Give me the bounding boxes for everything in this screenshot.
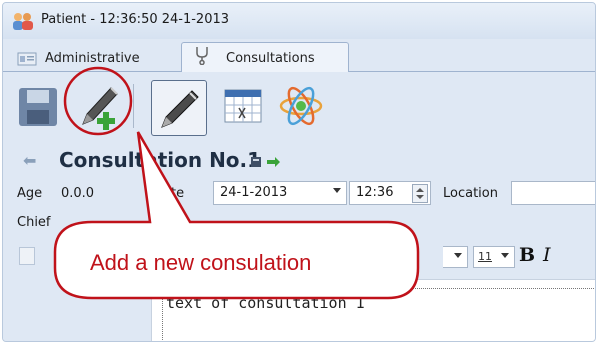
tab-administrative[interactable]: Administrative [3,47,181,70]
margin-guide [162,288,595,289]
date-value: 24-1-2013 [220,185,288,200]
stethoscope-icon [196,47,208,65]
spinner-icon[interactable] [412,184,428,203]
chevron-down-icon[interactable] [333,188,341,193]
font-size-value: 11 [478,250,492,263]
window-title: Patient - 12:36:50 24-1-2013 [41,12,230,27]
consultation-title: Consultation No.1 [59,148,262,172]
age-value: 0.0.0 [61,186,95,201]
patient-window: Patient - 12:36:50 24-1-2013 Administrat… [2,2,596,342]
edit-consultation-button[interactable] [151,80,207,136]
age-label: Age [17,186,43,201]
copy-icon[interactable] [19,247,35,265]
tab-consultations-label: Consultations [226,51,315,66]
chevron-down-icon [454,253,462,258]
font-family-dropdown[interactable] [443,246,468,268]
tab-consultations[interactable]: Consultations [181,42,349,73]
chevron-down-icon [501,253,509,258]
atom-icon [279,86,323,126]
toolbar-separator [133,84,134,128]
time-value: 12:36 [356,185,394,200]
chief-complaint-row: Chief [3,213,595,235]
pen-icon [161,90,199,128]
back-arrow-icon[interactable]: ⬅ [23,151,36,170]
calendar-button[interactable] [217,80,269,132]
floppy-disk-icon [19,88,57,126]
calendar-grid-icon [224,89,262,123]
italic-button[interactable]: I [543,244,551,266]
tab-administrative-label: Administrative [45,51,140,66]
chief-label: Chief [17,215,51,230]
margin-guide-vertical [162,288,163,341]
font-size-dropdown[interactable]: 11 [473,246,515,268]
consultation-editor[interactable]: text of consultation 1 [151,279,595,341]
new-consultation-button[interactable] [71,80,123,132]
title-bar: Patient - 12:36:50 24-1-2013 [3,3,595,39]
date-label: Date [153,186,185,201]
atom-button[interactable] [275,80,327,132]
save-button[interactable] [13,80,65,132]
patient-group-icon [13,13,33,30]
bold-button[interactable]: B [519,244,535,266]
time-picker[interactable]: 12:36 [349,181,431,205]
note-arrow-icons [251,157,280,167]
tab-strip: Administrative Consultations [3,39,595,73]
pen-add-icon [82,87,118,130]
consultation-header: ⬅ Consultation No.1 [3,147,595,175]
location-label: Location [443,186,498,201]
date-picker[interactable]: 24-1-2013 [213,181,347,205]
location-input[interactable] [511,181,595,205]
consultation-fields: Age 0.0.0 Date 24-1-2013 12:36 Location [3,181,595,207]
editor-text: text of consultation 1 [166,294,365,312]
editor-gutter [3,279,151,341]
callout-text: Add a new consulation [90,250,312,275]
toolbar [3,72,595,144]
admin-card-icon [17,52,37,66]
